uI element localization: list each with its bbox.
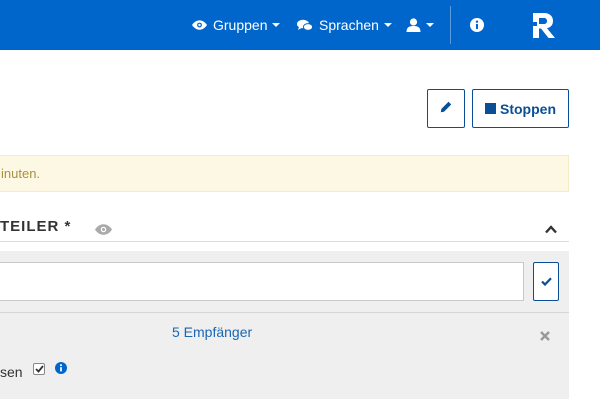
brand-logo[interactable] (530, 0, 558, 50)
option-info-icon[interactable] (55, 361, 67, 379)
checkbox-check-icon (34, 365, 44, 373)
languages-menu[interactable]: Sprachen (297, 0, 392, 50)
logo-r-icon (530, 11, 558, 39)
alert-text: inuten. (1, 166, 41, 181)
groups-menu-label: Gruppen (213, 17, 268, 33)
recipients-count-link[interactable]: 5 Empfänger (172, 324, 252, 340)
remove-close-icon[interactable] (540, 328, 550, 346)
caret-down-icon (426, 23, 434, 27)
panel-divider (0, 312, 569, 313)
languages-menu-label: Sprachen (319, 17, 379, 33)
recipients-input[interactable] (0, 262, 524, 301)
user-icon (406, 18, 421, 32)
groups-menu[interactable]: Gruppen (192, 0, 281, 50)
option-label-text: sen (0, 364, 23, 380)
warning-alert: inuten. (0, 155, 569, 192)
recipients-count-label: 5 Empfänger (172, 324, 253, 340)
pencil-icon (440, 100, 452, 118)
checkmark-icon (540, 273, 552, 291)
section-title: TEILER * (0, 218, 71, 235)
section-divider (0, 241, 569, 242)
caret-down-icon (383, 23, 392, 27)
speech-bubbles-icon (297, 19, 313, 32)
stop-button[interactable]: Stoppen (472, 89, 569, 128)
visibility-eye-icon[interactable] (95, 222, 112, 240)
top-navbar: Gruppen Sprachen (0, 0, 600, 50)
navbar-divider (450, 6, 451, 44)
edit-button[interactable] (427, 89, 465, 128)
collapse-chevron-up-icon[interactable] (545, 221, 557, 239)
confirm-button[interactable] (533, 262, 559, 301)
option-label: sen (0, 364, 23, 380)
caret-down-icon (272, 23, 281, 27)
option-checkbox[interactable] (33, 363, 45, 375)
info-button[interactable] (470, 0, 484, 50)
info-icon (470, 18, 484, 32)
user-menu[interactable] (406, 0, 434, 50)
stop-button-label: Stoppen (500, 100, 556, 117)
section-title-text: TEILER * (0, 218, 72, 235)
eye-icon (192, 20, 207, 30)
stop-square-icon (485, 103, 496, 114)
